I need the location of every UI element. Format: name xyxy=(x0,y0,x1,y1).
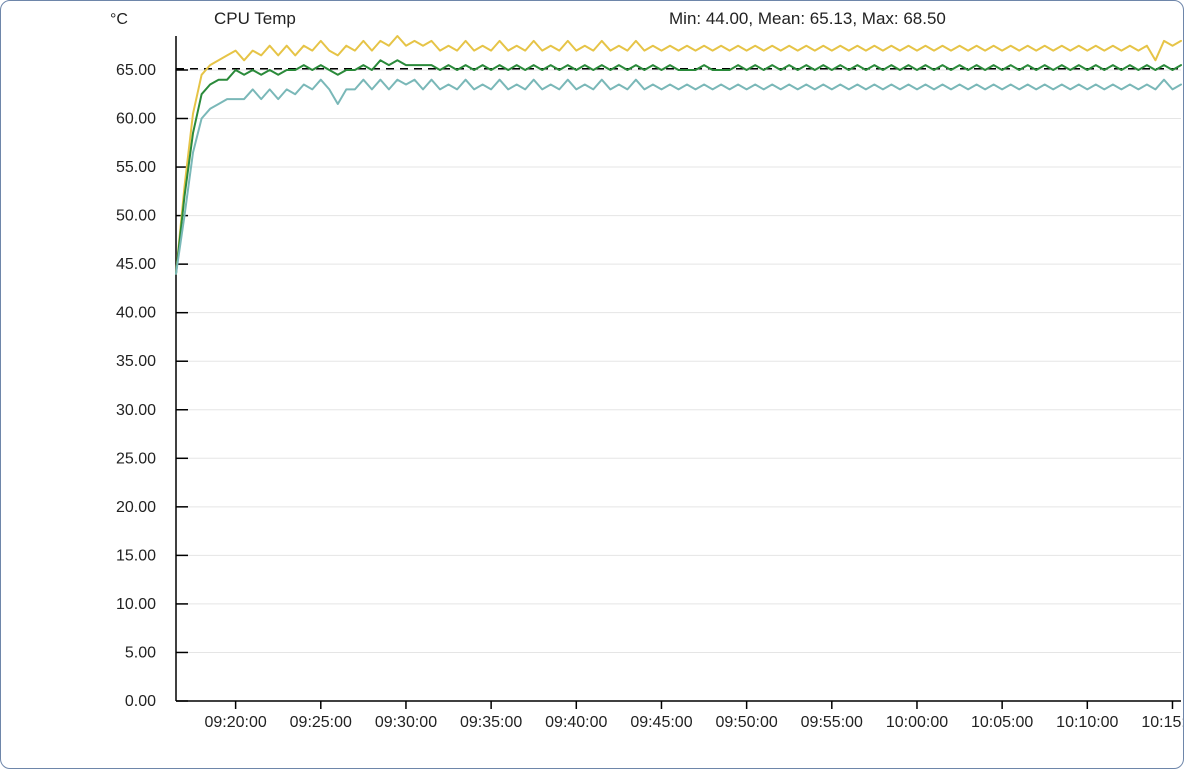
cpu-temp-chart: °C CPU Temp Min: 44.00, Mean: 65.13, Max… xyxy=(1,1,1184,769)
x-tick-label: 09:40:00 xyxy=(545,714,607,731)
x-tick-label: 09:50:00 xyxy=(715,714,777,731)
y-tick-label: 5.00 xyxy=(125,644,156,661)
x-tick-label: 09:55:00 xyxy=(801,714,863,731)
y-tick-label: 35.00 xyxy=(116,353,156,370)
series-max xyxy=(176,36,1181,274)
x-tick-label: 10:00:00 xyxy=(886,714,948,731)
y-tick-label: 60.00 xyxy=(116,111,156,128)
y-tick-label: 15.00 xyxy=(116,547,156,564)
x-tick-label: 09:35:00 xyxy=(460,714,522,731)
y-tick-label: 0.00 xyxy=(125,693,156,710)
chart-stats: Min: 44.00, Mean: 65.13, Max: 68.50 xyxy=(669,9,946,28)
y-tick-label: 10.00 xyxy=(116,596,156,613)
x-tick-label: 09:45:00 xyxy=(630,714,692,731)
y-tick-label: 20.00 xyxy=(116,499,156,516)
y-tick-label: 45.00 xyxy=(116,256,156,273)
y-tick-label: 25.00 xyxy=(116,450,156,467)
x-tick-label: 10:05:00 xyxy=(971,714,1033,731)
series-min xyxy=(176,80,1181,274)
chart-unit: °C xyxy=(110,11,128,28)
x-tick-label: 10:15:00 xyxy=(1141,714,1184,731)
y-tick-label: 55.00 xyxy=(116,159,156,176)
cpu-temp-chart-card: °C CPU Temp Min: 44.00, Mean: 65.13, Max… xyxy=(0,0,1184,769)
y-tick-label: 50.00 xyxy=(116,208,156,225)
y-tick-label: 30.00 xyxy=(116,402,156,419)
x-tick-label: 09:30:00 xyxy=(375,714,437,731)
plot-area: 0.00 5.00 10.00 15.00 20.00 25.00 30.00 35.00 40… xyxy=(116,36,1184,731)
y-tick-label: 65.00 xyxy=(116,62,156,79)
chart-title: CPU Temp xyxy=(214,9,296,28)
x-tick-label: 10:10:00 xyxy=(1056,714,1118,731)
x-tick-label: 09:25:00 xyxy=(290,714,352,731)
y-tick-label: 40.00 xyxy=(116,305,156,322)
x-tick-label: 09:20:00 xyxy=(204,714,266,731)
